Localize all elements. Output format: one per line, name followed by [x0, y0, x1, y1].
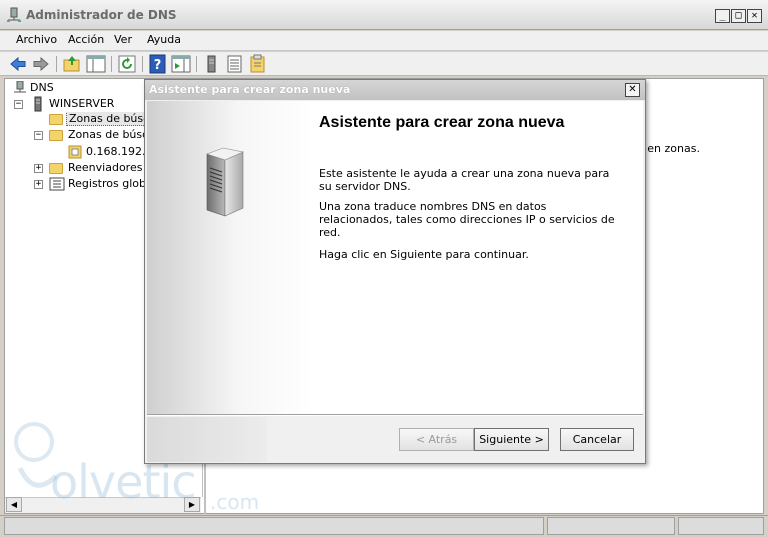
properties-icon[interactable]	[248, 54, 268, 74]
wizard-heading: Asistente para crear zona nueva	[319, 114, 565, 131]
tree-item-winserver[interactable]: WINSERVER	[49, 97, 114, 113]
toolbar-separator	[56, 56, 57, 72]
scroll-left-icon[interactable]: ◀	[6, 497, 22, 512]
wizard-footer-shade	[147, 417, 267, 462]
status-cell	[4, 517, 544, 535]
tree-item-reverse-zones[interactable]: Zonas de búsqu	[68, 128, 156, 144]
wizard-zone-description: Una zona traduce nombres DNS en datos re…	[319, 200, 615, 239]
toolbar-separator	[196, 56, 197, 72]
toolbar-separator	[142, 56, 143, 72]
tree-item-label: WINSERVER	[49, 97, 115, 110]
show-hide-tree-icon[interactable]	[86, 54, 106, 74]
minimize-button[interactable]: _	[715, 9, 730, 23]
action-pane-icon[interactable]	[171, 54, 191, 74]
cancel-button[interactable]: Cancelar	[560, 428, 634, 451]
dialog-title: Asistente para crear zona nueva	[149, 83, 351, 96]
refresh-icon[interactable]	[117, 54, 137, 74]
divider	[147, 414, 643, 416]
server-icon	[34, 96, 42, 112]
expand-icon[interactable]: +	[34, 180, 43, 189]
folder-icon	[49, 163, 63, 174]
status-cell	[678, 517, 764, 535]
server-tower-icon	[206, 147, 244, 217]
menu-accion[interactable]: Acción	[60, 31, 112, 48]
server-icon[interactable]	[202, 54, 222, 74]
wizard-continue-text: Haga clic en Siguiente para continuar.	[319, 248, 529, 261]
help-icon[interactable]: ?	[148, 54, 168, 74]
forward-arrow-icon[interactable]	[31, 54, 51, 74]
up-folder-icon[interactable]	[62, 54, 82, 74]
collapse-icon[interactable]: −	[34, 131, 43, 140]
zone-file-icon	[68, 145, 82, 159]
new-zone-wizard-dialog: Asistente para crear zona nueva ✕ Asiste…	[144, 79, 646, 464]
global-logs-icon	[49, 177, 65, 191]
tree-item-label: Zonas de búsqu	[68, 128, 157, 141]
svg-text:?: ?	[154, 58, 162, 73]
wizard-intro-text: Este asistente le ayuda a crear una zona…	[319, 167, 610, 193]
back-button[interactable]: < Atrás	[399, 428, 474, 451]
tree-item-conditional-forwarders[interactable]: Reenviadores c	[68, 161, 152, 177]
dns-manager-icon	[7, 7, 21, 22]
watermark-suffix: .com	[210, 490, 260, 514]
menu-ayuda[interactable]: Ayuda	[139, 31, 189, 48]
dns-root-icon	[14, 81, 26, 93]
tree-item-reverse-zone[interactable]: 0.168.192.i	[86, 145, 149, 161]
dialog-close-button[interactable]: ✕	[625, 83, 640, 97]
tree-item-label: Registros globa	[68, 177, 153, 190]
status-cell	[547, 517, 675, 535]
next-button[interactable]: Siguiente >	[474, 428, 549, 451]
tree-item-global-logs[interactable]: Registros globa	[68, 177, 153, 193]
back-arrow-icon[interactable]	[8, 54, 28, 74]
list-icon[interactable]	[225, 54, 245, 74]
tree-item-label: 0.168.192.i	[86, 145, 149, 158]
toolbar	[0, 52, 768, 76]
folder-icon	[49, 130, 63, 141]
maximize-button[interactable]: □	[731, 9, 746, 23]
toolbar-separator	[111, 56, 112, 72]
collapse-icon[interactable]: −	[14, 100, 23, 109]
menu-ver[interactable]: Ver	[106, 31, 140, 48]
expand-icon[interactable]: +	[34, 164, 43, 173]
tree-item-label: Reenviadores c	[68, 161, 152, 174]
menu-archivo[interactable]: Archivo	[8, 31, 65, 48]
folder-icon	[49, 114, 63, 125]
close-button[interactable]: ✕	[747, 9, 762, 23]
tree-item-dns[interactable]: DNS	[30, 81, 54, 97]
window-title: Administrador de DNS	[26, 8, 177, 22]
tree-item-label: DNS	[30, 81, 54, 94]
